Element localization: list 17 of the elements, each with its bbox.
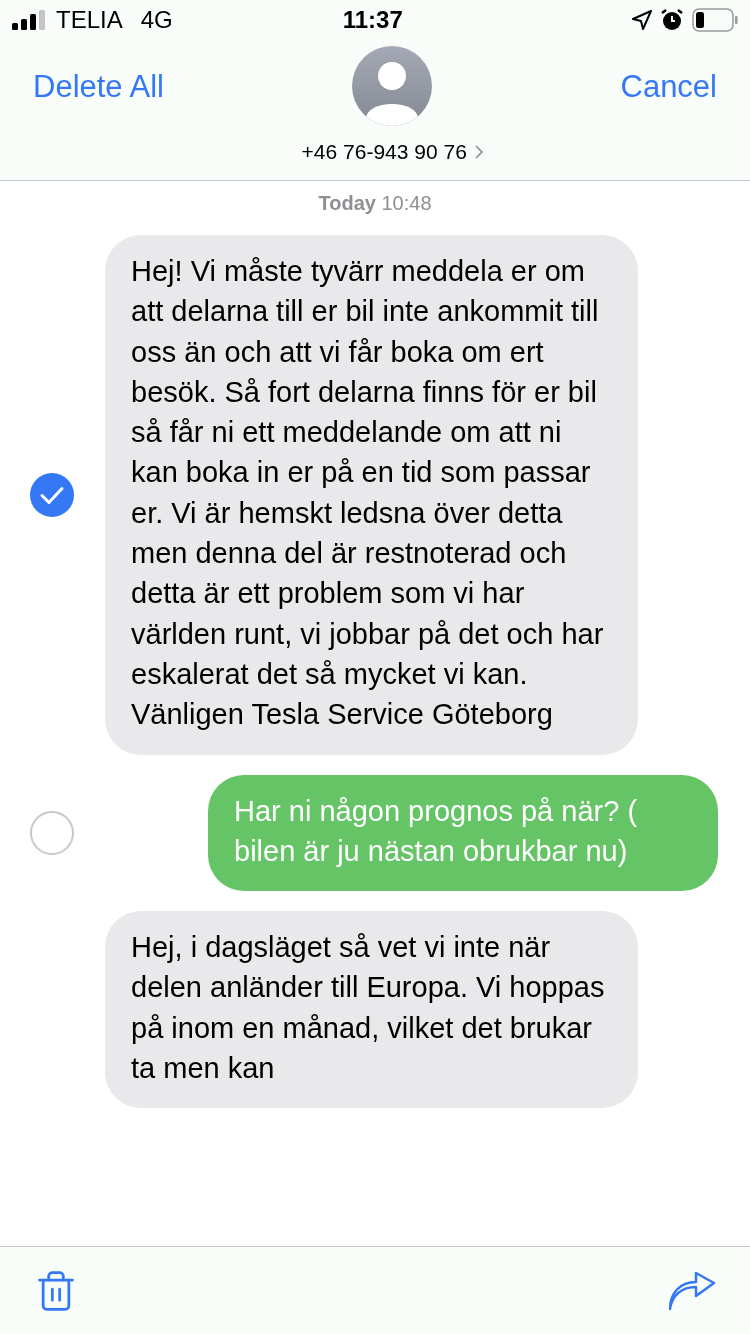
message-bubble[interactable]: Hej, i dagsläget så vet vi inte när delen anländer till Europa. Vi hoppas på inom en månad, vilket det brukar ta men kan <box>105 911 638 1109</box>
cancel-button[interactable]: Cancel <box>620 64 717 111</box>
battery-icon <box>692 8 738 32</box>
contact-number[interactable]: +46 76-943 90 76 <box>301 136 483 168</box>
checkmark-circle-icon[interactable] <box>30 472 74 517</box>
status-time: 11:37 <box>342 5 403 35</box>
signal-icon <box>12 10 46 30</box>
network-type: 4G <box>140 5 173 35</box>
carrier-name: TELIA <box>56 5 123 35</box>
delete-all-button[interactable]: Delete All <box>33 64 164 111</box>
message-timestamp: Today 10:48 <box>317 191 433 215</box>
chevron-right-icon <box>474 144 483 159</box>
message-bubble[interactable]: Hej! Vi måste tyvärr meddela er om att delarna till er bil inte ankommit till oss än och att vi får boka om ert besök. Så fort delarna finns för er bil så får ni ett meddelande om att ni kan boka in er på en tid som passar er. Vi är hemskt ledsna över detta men denna del är restnoterad och detta är ett problem som vi har världen runt, vi jobbar på det och har eskalerat det så mycket vi kan. Vänligen Tesla Service Göteborg <box>105 235 638 755</box>
share-arrow-icon[interactable] <box>668 1270 716 1311</box>
location-arrow-icon <box>632 10 652 30</box>
alarm-clock-icon <box>660 8 684 32</box>
contact-avatar-icon[interactable] <box>352 46 433 126</box>
